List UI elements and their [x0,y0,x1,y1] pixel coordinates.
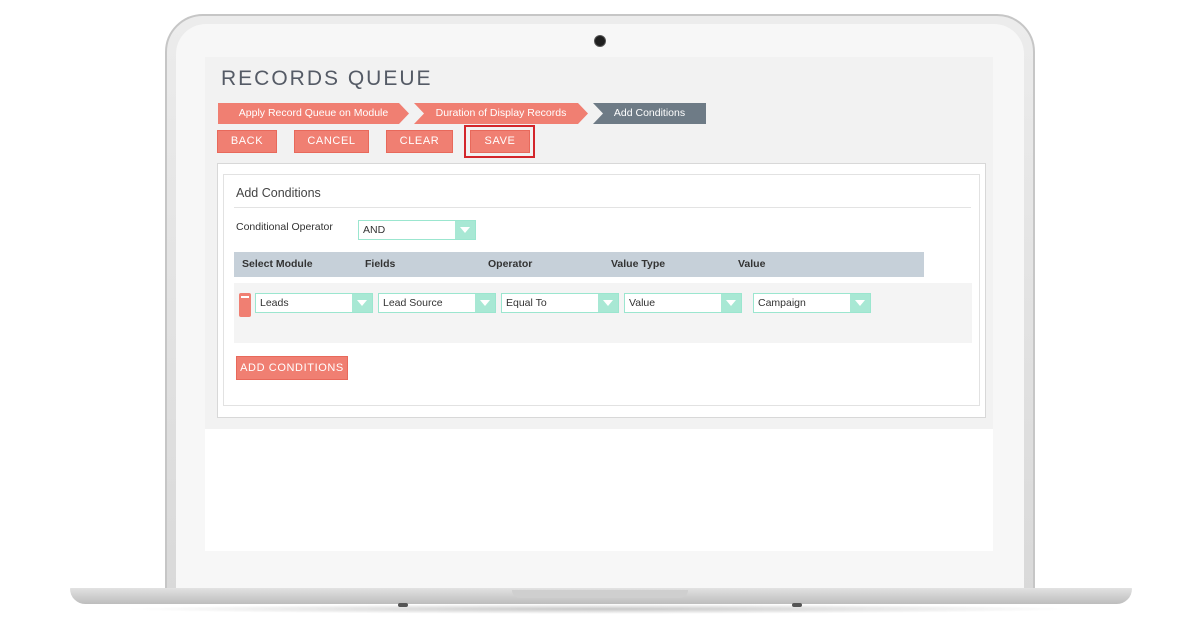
conditional-operator-select[interactable]: AND [358,220,476,240]
conditions-grid-header: Select Module Fields Operator Value Type… [234,252,924,277]
column-header-fields: Fields [365,258,396,270]
operator-select[interactable]: Equal To [501,293,619,313]
add-conditions-button[interactable]: ADD CONDITIONS [236,356,348,380]
camera-icon [594,35,606,47]
chevron-down-icon[interactable] [850,294,870,312]
wizard-step-duration[interactable]: Duration of Display Records [414,103,588,124]
column-header-value-type: Value Type [611,258,666,270]
module-select[interactable]: Leads [255,293,373,313]
laptop-screen: RECORDS QUEUE Apply Record Queue on Modu… [205,57,993,551]
clear-button[interactable]: CLEAR [386,130,453,153]
conditional-operator-label: Conditional Operator [236,221,333,233]
column-header-operator: Operator [488,258,533,270]
laptop-shadow [120,604,1080,614]
chevron-down-icon[interactable] [721,294,741,312]
chevron-down-icon[interactable] [475,294,495,312]
conditions-card: Add Conditions Conditional Operator AND … [223,174,980,406]
remove-row-icon[interactable] [239,293,251,317]
column-header-value: Value [738,258,766,270]
condition-row: Leads Lead Source Equal To Value Campaig… [234,283,972,343]
wizard-step-apply-record-queue[interactable]: Apply Record Queue on Module [218,103,409,124]
value-value: Campaign [758,297,806,309]
operator-value: Equal To [506,297,547,309]
chevron-down-icon[interactable] [455,221,475,239]
conditions-panel: Add Conditions Conditional Operator AND … [217,163,986,418]
value-type-value: Value [629,297,656,309]
page-title: RECORDS QUEUE [221,67,433,90]
back-button[interactable]: BACK [217,130,277,153]
field-value: Lead Source [383,297,443,309]
laptop-foot [792,603,802,607]
value-select[interactable]: Campaign [753,293,871,313]
conditions-title: Add Conditions [236,186,321,200]
module-value: Leads [260,297,289,309]
chevron-down-icon[interactable] [352,294,372,312]
wizard-step-add-conditions[interactable]: Add Conditions [593,103,706,124]
laptop-foot [398,603,408,607]
chevron-down-icon[interactable] [598,294,618,312]
conditional-operator-value: AND [363,224,386,236]
divider [234,207,971,208]
records-queue-app: RECORDS QUEUE Apply Record Queue on Modu… [205,57,993,429]
value-type-select[interactable]: Value [624,293,742,313]
save-button[interactable]: SAVE [470,130,530,153]
laptop-notch [512,590,688,598]
column-header-select-module: Select Module [242,258,313,270]
cancel-button[interactable]: CANCEL [294,130,369,153]
field-select[interactable]: Lead Source [378,293,496,313]
